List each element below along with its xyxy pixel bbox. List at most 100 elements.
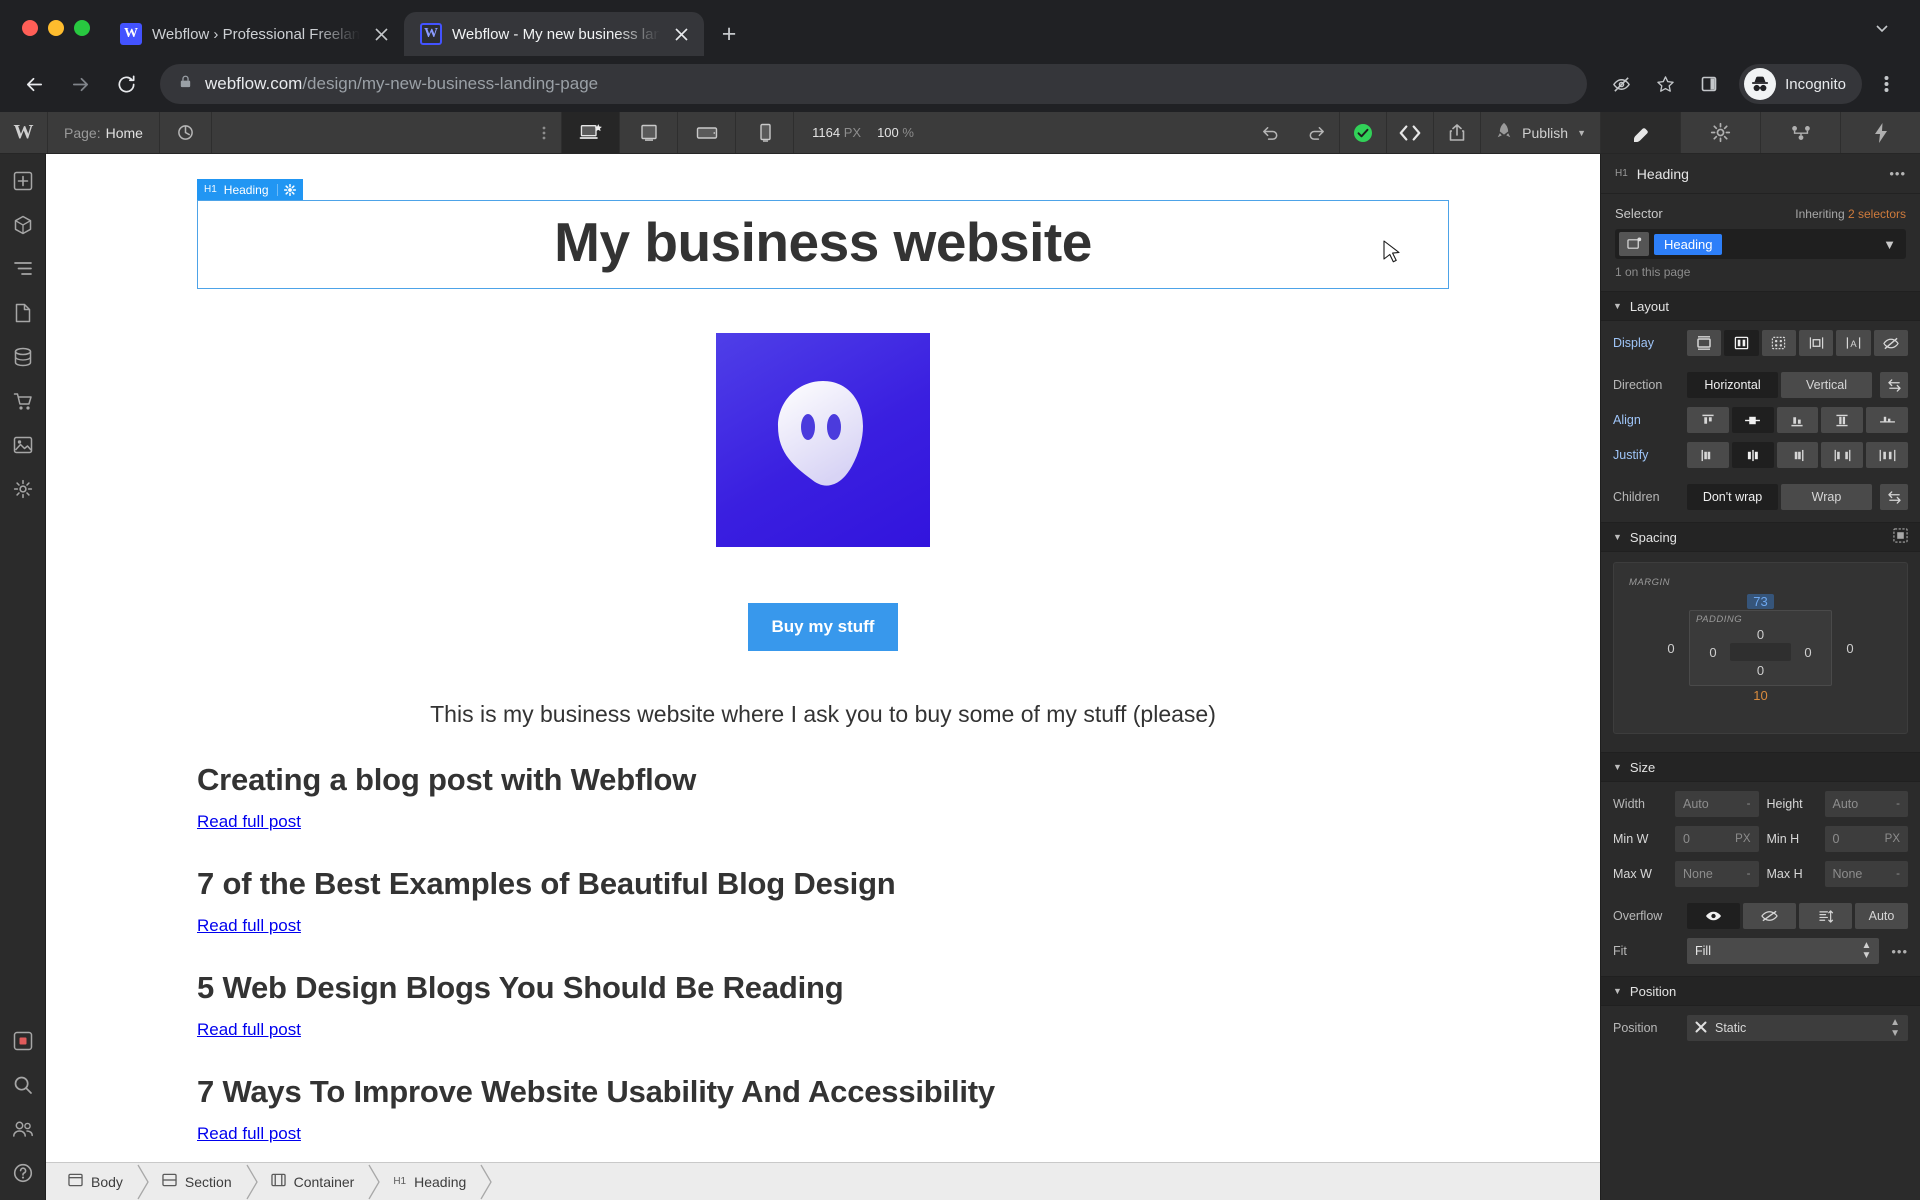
close-icon[interactable]: [370, 23, 392, 45]
team-icon[interactable]: [6, 1112, 40, 1146]
section-header-spacing[interactable]: ▼ Spacing: [1601, 522, 1920, 552]
browser-tab-1[interactable]: W Webflow › Professional Freelan: [104, 12, 404, 56]
star-icon[interactable]: [1645, 64, 1685, 104]
section-header-position[interactable]: ▼ Position: [1601, 976, 1920, 1006]
position-select[interactable]: Static ▲ ▼: [1687, 1015, 1908, 1041]
direction-vertical-button[interactable]: Vertical: [1781, 372, 1872, 398]
breadcrumb-item-container[interactable]: Container: [259, 1163, 369, 1200]
display-none-button[interactable]: [1873, 330, 1908, 356]
width-input[interactable]: Auto -: [1675, 791, 1759, 817]
panel-more-icon[interactable]: •••: [1889, 166, 1906, 181]
webflow-logo[interactable]: W: [0, 112, 48, 153]
ecommerce-icon[interactable]: [6, 384, 40, 418]
close-icon[interactable]: [670, 23, 692, 45]
redo-icon[interactable]: [1293, 112, 1339, 153]
tab-interactions-panel[interactable]: [1760, 112, 1840, 153]
section-header-layout[interactable]: ▼ Layout: [1601, 291, 1920, 321]
max-width-input[interactable]: None -: [1675, 861, 1759, 887]
address-bar[interactable]: webflow.com/design/my-new-business-landi…: [160, 64, 1588, 104]
max-height-input[interactable]: None -: [1824, 861, 1908, 887]
align-start-button[interactable]: [1687, 407, 1729, 433]
margin-bottom-row[interactable]: 10: [1653, 686, 1868, 704]
profile-incognito-button[interactable]: Incognito: [1739, 64, 1862, 104]
side-panel-icon[interactable]: [1689, 64, 1729, 104]
justify-space-around-button[interactable]: [1866, 442, 1908, 468]
overflow-scroll-button[interactable]: [1799, 903, 1852, 929]
margin-top-value[interactable]: 73: [1747, 593, 1774, 609]
website-canvas[interactable]: H1 Heading My business website Buy my st…: [46, 154, 1600, 1162]
device-tablet-button[interactable]: [619, 112, 677, 153]
page-selector[interactable]: Page: Home: [48, 112, 160, 153]
back-arrow-icon[interactable]: [14, 64, 54, 104]
breadcrumb-item-section[interactable]: Section: [150, 1163, 246, 1200]
tab-settings-panel[interactable]: [1680, 112, 1760, 153]
assets-icon[interactable]: [6, 428, 40, 462]
section-header-size[interactable]: ▼ Size: [1601, 752, 1920, 782]
read-full-post-link[interactable]: Read full post: [197, 916, 301, 936]
share-icon[interactable]: [1434, 112, 1480, 153]
help-icon[interactable]: [6, 1156, 40, 1190]
saved-check-icon[interactable]: [1340, 112, 1386, 153]
search-icon[interactable]: [6, 1068, 40, 1102]
heading-element[interactable]: My business website: [197, 200, 1449, 289]
display-inline-block-button[interactable]: [1798, 330, 1834, 356]
minimize-window-button[interactable]: [48, 20, 64, 36]
video-tutorials-icon[interactable]: [6, 1024, 40, 1058]
justify-start-button[interactable]: [1687, 442, 1729, 468]
justify-space-between-button[interactable]: [1821, 442, 1864, 468]
align-stretch-button[interactable]: [1821, 407, 1864, 433]
maximize-window-button[interactable]: [74, 20, 90, 36]
padding-right-cell[interactable]: 0: [1791, 645, 1825, 660]
tab-flash-panel[interactable]: [1840, 112, 1920, 153]
padding-bottom-row[interactable]: 0: [1696, 661, 1825, 679]
align-end-button[interactable]: [1776, 407, 1819, 433]
publish-button[interactable]: Publish ▼: [1480, 112, 1600, 153]
display-block-button[interactable]: [1687, 330, 1722, 356]
chevron-down-icon[interactable]: ▼: [1883, 237, 1902, 252]
read-full-post-link[interactable]: Read full post: [197, 1020, 301, 1040]
components-icon[interactable]: [6, 208, 40, 242]
new-tab-button[interactable]: +: [712, 17, 746, 51]
element-label-badge[interactable]: H1 Heading: [197, 179, 303, 200]
toolbar-more-icon[interactable]: [527, 112, 561, 153]
ghost-logo-image[interactable]: [716, 333, 930, 547]
children-reverse-button[interactable]: [1880, 484, 1908, 510]
breadcrumb-item-body[interactable]: Body: [56, 1163, 137, 1200]
read-full-post-link[interactable]: Read full post: [197, 812, 301, 832]
add-elements-icon[interactable]: [6, 164, 40, 198]
cms-collections-icon[interactable]: [6, 340, 40, 374]
padding-left-cell[interactable]: 0: [1696, 645, 1730, 660]
navigator-icon[interactable]: [6, 252, 40, 286]
padding-top-row[interactable]: 0: [1696, 625, 1825, 643]
close-icon[interactable]: [1695, 1021, 1707, 1036]
pages-icon[interactable]: [6, 296, 40, 330]
align-baseline-button[interactable]: [1866, 407, 1908, 433]
code-icon[interactable]: [1387, 112, 1433, 153]
margin-left-cell[interactable]: 0: [1653, 610, 1689, 686]
selector-field[interactable]: Heading ▼: [1615, 229, 1906, 259]
display-grid-button[interactable]: [1761, 330, 1796, 356]
buy-button[interactable]: Buy my stuff: [747, 603, 899, 651]
close-window-button[interactable]: [22, 20, 38, 36]
min-width-input[interactable]: 0 PX: [1675, 826, 1759, 852]
margin-right-cell[interactable]: 0: [1832, 610, 1868, 686]
overflow-hidden-button[interactable]: [1743, 903, 1796, 929]
display-flex-button[interactable]: [1724, 330, 1759, 356]
device-mobile-portrait-button[interactable]: [735, 112, 793, 153]
gear-icon[interactable]: [276, 183, 296, 196]
fit-more-icon[interactable]: •••: [1887, 944, 1908, 959]
reload-icon[interactable]: [106, 64, 146, 104]
min-height-input[interactable]: 0 PX: [1824, 826, 1908, 852]
breadcrumb-item-heading[interactable]: H1 Heading: [381, 1163, 480, 1200]
forward-arrow-icon[interactable]: [60, 64, 100, 104]
eye-off-icon[interactable]: [1601, 64, 1641, 104]
justify-center-button[interactable]: [1731, 442, 1774, 468]
children-dont-wrap-button[interactable]: Don't wrap: [1687, 484, 1778, 510]
three-dot-menu-icon[interactable]: [1866, 64, 1906, 104]
browser-tab-2[interactable]: W Webflow - My new business lan: [404, 12, 704, 56]
overflow-auto-button[interactable]: Auto: [1855, 903, 1908, 929]
chevron-down-icon[interactable]: [1862, 8, 1902, 48]
spacing-lock-icon[interactable]: [1893, 528, 1908, 546]
display-inline-button[interactable]: A: [1836, 330, 1871, 356]
selector-chip[interactable]: Heading: [1654, 233, 1723, 255]
